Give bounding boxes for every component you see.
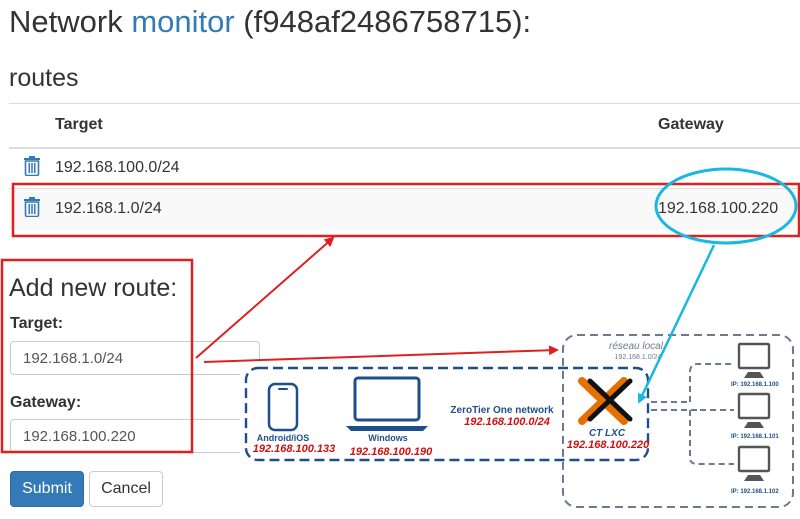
- android-label: Android/iOS: [257, 433, 310, 443]
- zerotier-box: [244, 366, 650, 462]
- route-target: 192.168.1.0/24: [55, 200, 162, 218]
- route-target: 192.168.100.0/24: [55, 159, 180, 177]
- laptop-icon: [346, 376, 428, 431]
- desktop-computer-icon: [737, 392, 771, 428]
- table-row: 192.168.1.0/24 192.168.100.220: [9, 188, 800, 230]
- ct-label: CT LXC: [589, 428, 626, 439]
- header-target: Target: [55, 116, 103, 134]
- host-ip: IP: 192.168.1.100: [731, 382, 779, 388]
- windows-ip: 192.168.100.190: [350, 446, 433, 458]
- proxmox-x-icon: [578, 377, 633, 425]
- page-title: Network monitor (f948af2486758715):: [9, 4, 531, 40]
- ct-connection-lines: [651, 363, 734, 465]
- zerotier-label: ZeroTier One network: [450, 405, 554, 416]
- cancel-button[interactable]: Cancel: [89, 471, 163, 507]
- title-suffix: (f948af2486758715):: [234, 4, 532, 39]
- submit-button[interactable]: Submit: [10, 471, 84, 507]
- route-gateway: [658, 148, 800, 189]
- trash-icon[interactable]: [24, 155, 40, 181]
- add-route-heading: Add new route:: [9, 274, 178, 302]
- windows-label: Windows: [368, 433, 407, 443]
- local-network-box: [562, 334, 794, 508]
- routes-table: Target Gateway 192.168.100.0/24 192.168.…: [9, 103, 800, 230]
- host-ip: IP: 192.168.1.102: [731, 489, 779, 495]
- smartphone-icon: [267, 382, 299, 432]
- monitor-link[interactable]: monitor: [131, 4, 234, 39]
- header-icon-cell: [9, 104, 55, 148]
- gateway-input[interactable]: [10, 419, 260, 453]
- section-title: routes: [9, 64, 79, 92]
- target-input[interactable]: [10, 341, 260, 375]
- desktop-computer-icon: [737, 445, 771, 481]
- target-label: Target:: [10, 315, 64, 332]
- red-arrow-to-row: [195, 236, 335, 359]
- desktop-computer-icon: [737, 342, 771, 378]
- host-ip: IP: 192.168.1.101: [731, 434, 779, 440]
- zerotier-subnet: 192.168.100.0/24: [464, 416, 550, 428]
- header-gateway: Gateway: [658, 116, 724, 134]
- ct-ip: 192.168.100.220: [567, 439, 650, 451]
- android-ip: 192.168.100.133: [253, 443, 336, 455]
- table-header-row: Target Gateway: [9, 103, 800, 148]
- route-gateway: 192.168.100.220: [658, 200, 779, 218]
- local-network-label: réseau local: [609, 341, 664, 352]
- title-prefix: Network: [9, 4, 132, 39]
- gateway-label: Gateway:: [10, 394, 82, 411]
- cyan-arrow-to-ct: [637, 244, 716, 404]
- local-network-subnet: 192.168.1.0/24: [615, 354, 662, 361]
- table-row: 192.168.100.0/24: [9, 147, 800, 189]
- trash-icon[interactable]: [24, 196, 40, 222]
